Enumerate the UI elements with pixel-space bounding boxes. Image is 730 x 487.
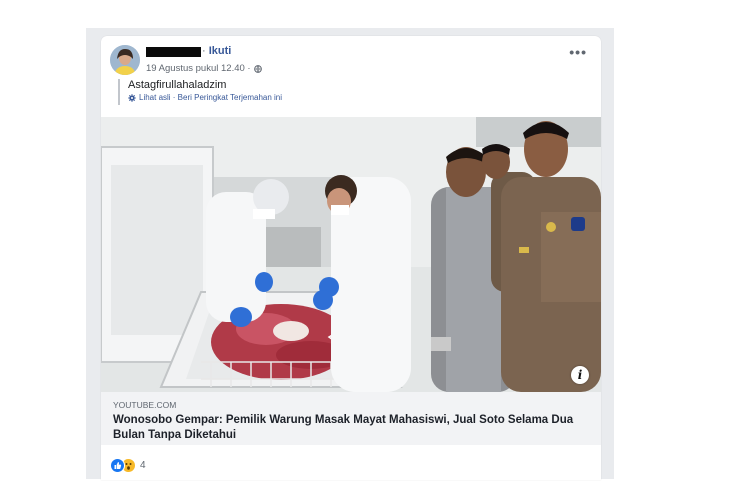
info-icon[interactable]: i xyxy=(571,366,589,384)
follow-separator: · xyxy=(202,45,206,57)
post-timestamp[interactable]: 19 Agustus pukul 12.40 · xyxy=(146,63,251,74)
link-domain: YOUTUBE.COM xyxy=(113,400,177,410)
redacted-author-name xyxy=(146,47,201,57)
more-options-button[interactable]: ••• xyxy=(569,45,587,59)
post-meta: 19 Agustus pukul 12.40 · xyxy=(146,63,262,74)
post-message: Astagfirullahaladzim xyxy=(128,79,227,91)
link-headline[interactable]: Wonosobo Gempar: Pemilik Warung Masak Ma… xyxy=(113,413,583,443)
reactions-summary[interactable]: 4 xyxy=(110,458,146,473)
facebook-post-card: · Ikuti 19 Agustus pukul 12.40 · ••• Ast… xyxy=(101,36,601,480)
like-reaction-icon xyxy=(110,458,125,473)
follow-row: · Ikuti xyxy=(202,45,231,57)
globe-icon xyxy=(253,64,262,73)
translate-gear-icon xyxy=(128,93,136,102)
link-preview[interactable]: YOUTUBE.COM Wonosobo Gempar: Pemilik War… xyxy=(101,392,601,445)
translation-links[interactable]: Lihat asli · Beri Peringkat Terjemahan i… xyxy=(139,93,282,102)
avatar[interactable] xyxy=(110,45,140,75)
post-text-block: Astagfirullahaladzim Lihat asli · Beri P… xyxy=(118,79,282,105)
translation-row: Lihat asli · Beri Peringkat Terjemahan i… xyxy=(128,93,282,102)
reaction-count: 4 xyxy=(140,460,146,471)
follow-link[interactable]: Ikuti xyxy=(209,45,232,57)
post-photo[interactable]: i xyxy=(101,117,601,392)
